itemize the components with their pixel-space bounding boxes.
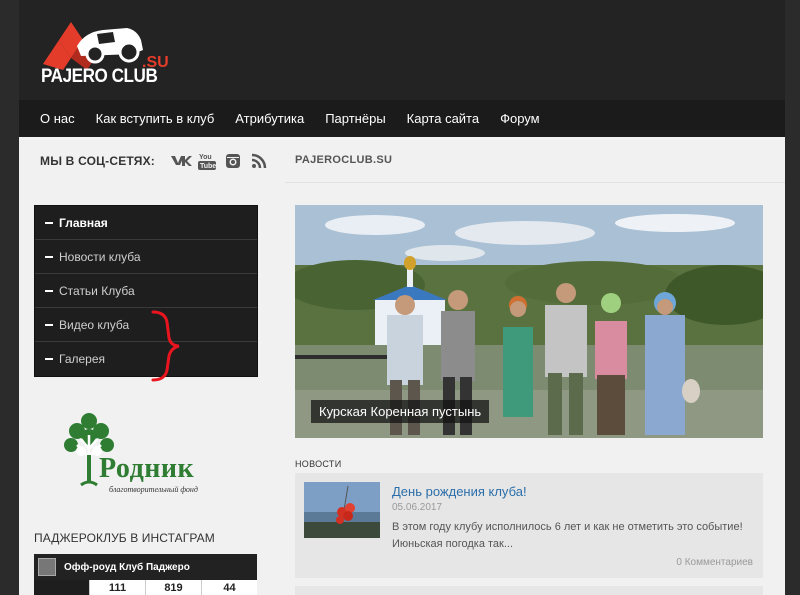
sidebar-item-label: Главная <box>59 215 108 230</box>
logo-suffix: .SU <box>142 54 169 71</box>
rodnik-subtitle: благотворительный фонд <box>109 485 198 494</box>
dash-icon <box>45 323 53 326</box>
sidebar-item-home[interactable]: Главная <box>35 206 257 240</box>
svg-text:You: You <box>199 154 212 161</box>
news-thumbnail[interactable] <box>304 482 380 538</box>
pajero-club-logo[interactable]: PAJERO CLUB .SU <box>37 14 197 92</box>
nav-item-merch[interactable]: Атрибутика <box>235 111 304 126</box>
sidebar-menu: Главная Новости клуба Статьи Клуба Видео… <box>34 205 258 377</box>
site-header: PAJERO CLUB .SU <box>19 0 785 100</box>
instagram-stat-posts: 111 <box>89 580 145 595</box>
site-title[interactable]: PAJEROCLUB.SU <box>295 154 392 166</box>
sidebar-item-club-news[interactable]: Новости клуба <box>35 240 257 274</box>
news-excerpt: В этом году клубу исполнилось 6 лет и ка… <box>392 521 743 550</box>
social-links: МЫ В СОЦ-СЕТЯХ: You Tube <box>40 152 273 170</box>
dash-icon <box>45 358 53 360</box>
sidebar-item-label: Статьи Клуба <box>59 283 135 298</box>
dash-icon <box>45 289 53 292</box>
logo-text: PAJERO CLUB <box>41 66 158 87</box>
news-date: 05.06.2017 <box>392 502 443 513</box>
rodnik-banner[interactable]: Родник благотворительный фонд <box>57 405 217 500</box>
sidebar-item-gallery[interactable]: Галерея <box>35 342 257 376</box>
nav-item-forum[interactable]: Форум <box>500 111 540 126</box>
nav-item-sitemap[interactable]: Карта сайта <box>407 111 479 126</box>
red-brace-annotation <box>151 310 180 382</box>
instagram-avatar <box>38 558 56 576</box>
nav-item-join[interactable]: Как вступить в клуб <box>96 111 215 126</box>
vk-icon[interactable] <box>169 152 193 170</box>
social-label: МЫ В СОЦ-СЕТЯХ: <box>40 154 156 168</box>
instagram-stat-followers: 819 <box>145 580 201 595</box>
divider <box>285 182 785 183</box>
instagram-section-title: ПАДЖЕРОКЛУБ В ИНСТАГРАМ <box>34 531 215 545</box>
dash-icon <box>45 255 53 258</box>
sidebar-item-label: Видео клуба <box>59 317 130 332</box>
instagram-widget-header[interactable]: Офф-роуд Клуб Паджеро <box>34 554 257 580</box>
rodnik-name: Родник <box>99 453 195 484</box>
nav-item-about[interactable]: О нас <box>40 111 75 126</box>
sidebar-item-club-video[interactable]: Видео клуба <box>35 308 257 342</box>
sidebar-item-club-articles[interactable]: Статьи Клуба <box>35 274 257 308</box>
youtube-icon[interactable]: You Tube <box>195 152 219 170</box>
svg-text:Tube: Tube <box>200 163 216 170</box>
image-slider[interactable]: Курская Коренная пустынь <box>295 205 763 438</box>
news-item: День рождения клуба! 05.06.2017 В этом г… <box>295 473 763 578</box>
dash-icon <box>45 221 53 224</box>
news-item-next <box>295 586 763 595</box>
news-comments-link[interactable]: 0 Комментариев <box>676 557 753 568</box>
news-title-link[interactable]: День рождения клуба! <box>392 484 527 499</box>
sidebar-item-label: Новости клуба <box>59 249 141 264</box>
instagram-stat-following: 44 <box>201 580 257 595</box>
instagram-account-name: Офф-роуд Клуб Паджеро <box>64 561 190 573</box>
nav-item-partners[interactable]: Партнёры <box>325 111 385 126</box>
news-section-label: НОВОСТИ <box>295 459 342 469</box>
rss-icon[interactable] <box>247 152 271 170</box>
main-navigation: О нас Как вступить в клуб Атрибутика Пар… <box>19 100 785 137</box>
page: PAJERO CLUB .SU О нас Как вступить в клу… <box>19 0 785 595</box>
slider-caption[interactable]: Курская Коренная пустынь <box>311 400 490 423</box>
sidebar-item-label: Галерея <box>59 352 106 366</box>
instagram-icon[interactable] <box>221 152 245 170</box>
instagram-stats: 111 819 44 <box>34 580 257 595</box>
instagram-stat-thumb <box>34 580 89 595</box>
